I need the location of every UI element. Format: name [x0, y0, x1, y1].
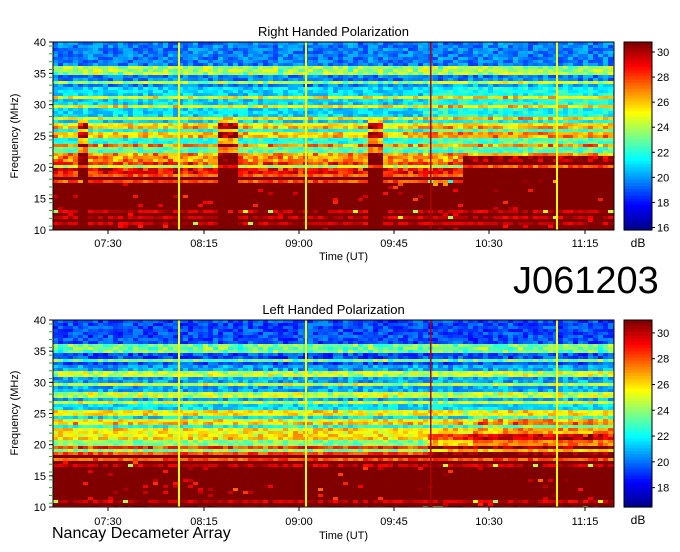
- y-tick-label: 15: [34, 194, 46, 206]
- colorbar-tick-label: 20: [657, 457, 669, 469]
- interference-line: [556, 42, 558, 230]
- x-tick-label: 08:15: [190, 238, 218, 250]
- colorbar: 18 20 22 24 26 28 30 dB: [623, 319, 669, 527]
- x-tick-label: 09:45: [380, 516, 408, 528]
- colorbar-tick-label: 30: [657, 328, 669, 340]
- x-tick-label: 07:30: [94, 238, 122, 250]
- x-tick-label: 10:30: [475, 516, 503, 528]
- colorbar-unit-label: dB: [631, 236, 646, 250]
- x-tick-label: 09:00: [285, 516, 313, 528]
- colorbar-unit-label: dB: [631, 513, 646, 527]
- colorbar: 16 18 20 22 24 26 28 30 dB: [623, 41, 669, 250]
- spectrogram-heatmap: [53, 320, 614, 507]
- y-tick-label: 30: [34, 377, 46, 389]
- colorbar-tick-label: 20: [657, 172, 669, 184]
- colorbar-tick-label: 24: [657, 405, 669, 417]
- y-tick-label: 35: [34, 68, 46, 80]
- instrument-label: Nancay Decameter Array: [52, 525, 231, 542]
- y-tick-label: 25: [34, 409, 46, 421]
- interference-line: [556, 320, 558, 507]
- interference-line: [430, 320, 432, 507]
- y-tick-label: 40: [34, 37, 46, 49]
- chart-title: Right Handed Polarization: [258, 24, 409, 39]
- x-axis-label: Time (UT): [319, 530, 368, 542]
- colorbar-tick-label: 28: [657, 72, 669, 84]
- colorbar-tick-label: 24: [657, 122, 669, 134]
- y-tick-label: 10: [34, 225, 46, 237]
- y-tick-label: 30: [34, 100, 46, 112]
- x-tick-label: 10:30: [475, 238, 503, 250]
- observation-id: J061203: [513, 260, 659, 302]
- right-polarization-panel: Right Handed Polarization 10 15 20 25 30 35 40 0…: [9, 24, 669, 263]
- interference-line: [178, 42, 180, 230]
- y-tick-label: 20: [34, 440, 46, 452]
- interference-line: [305, 42, 307, 230]
- y-axis-label: Frequency (MHz): [9, 94, 21, 179]
- colorbar-tick-label: 30: [657, 47, 669, 59]
- y-tick-label: 15: [34, 471, 46, 483]
- colorbar-tick-label: 18: [657, 483, 669, 495]
- y-axis-label: Frequency (MHz): [9, 371, 21, 456]
- colorbar-tick-label: 26: [657, 97, 669, 109]
- chart-title: Left Handed Polarization: [262, 302, 404, 317]
- x-tick-label: 09:45: [380, 238, 408, 250]
- x-tick-label: 09:00: [285, 238, 313, 250]
- colorbar-tick-label: 22: [657, 147, 669, 159]
- colorbar-tick-label: 22: [657, 431, 669, 443]
- interference-line: [430, 42, 432, 230]
- left-polarization-panel: Left Handed Polarization1015202530354007…: [9, 302, 669, 542]
- y-tick-label: 10: [34, 502, 46, 514]
- colorbar-tick-label: 26: [657, 379, 669, 391]
- colorbar-tick-label: 16: [657, 222, 669, 234]
- x-tick-label: 11:15: [572, 238, 599, 250]
- colorbar-tick-label: 28: [657, 354, 669, 366]
- colorbar-tick-label: 18: [657, 197, 669, 209]
- y-tick-label: 25: [34, 131, 46, 143]
- x-axis-label: Time (UT): [319, 251, 368, 263]
- y-tick-label: 40: [34, 315, 46, 327]
- interference-line: [178, 320, 180, 507]
- x-tick-label: 11:15: [572, 516, 599, 528]
- spectrogram-heatmap: [53, 42, 614, 230]
- y-tick-label: 35: [34, 346, 46, 358]
- y-tick-label: 20: [34, 162, 46, 174]
- interference-line: [305, 320, 307, 507]
